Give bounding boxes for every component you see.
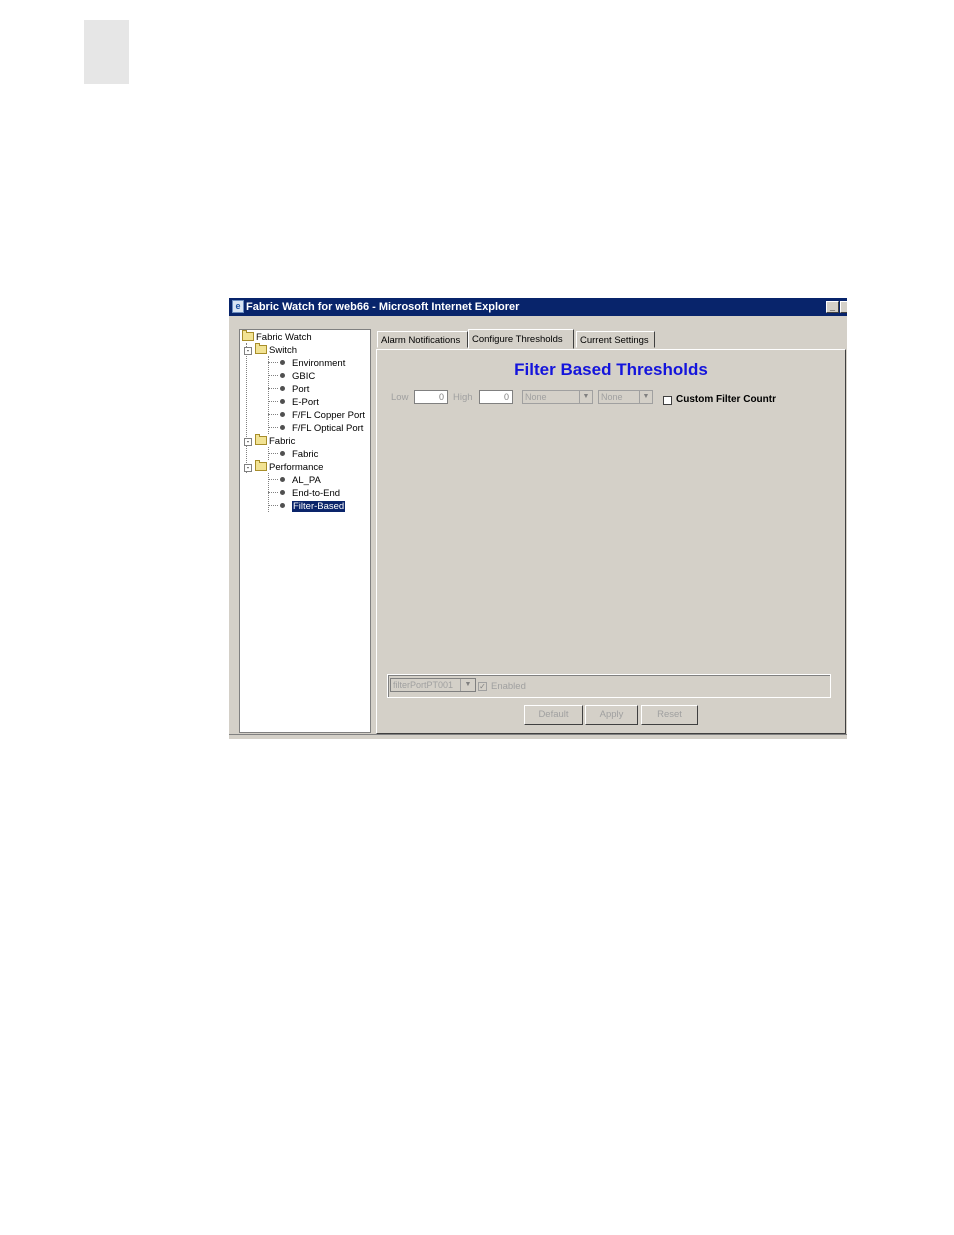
- leaf-dot-icon: [280, 451, 285, 456]
- chevron-down-icon: ▼: [639, 391, 652, 403]
- high-input[interactable]: [479, 390, 513, 404]
- panel-heading: Filter Based Thresholds: [514, 360, 708, 379]
- low-label: Low: [391, 392, 409, 403]
- leaf-dot-icon: [280, 477, 285, 482]
- leaf-dot-icon: [280, 399, 285, 404]
- collapse-icon[interactable]: -: [244, 347, 252, 355]
- tree-item-end-to-end[interactable]: End-to-End: [268, 488, 340, 500]
- enabled-checkbox[interactable]: ✓: [478, 682, 487, 691]
- tree-node-fabric[interactable]: - Fabric: [244, 434, 295, 448]
- tree-item-port[interactable]: Port: [268, 384, 309, 396]
- unit-select[interactable]: None ▼: [522, 390, 593, 404]
- tree-item-e-port[interactable]: E-Port: [268, 397, 319, 409]
- apply-button[interactable]: Apply: [585, 705, 638, 725]
- tree-item-fabric[interactable]: Fabric: [268, 449, 318, 461]
- collapse-icon[interactable]: -: [244, 438, 252, 446]
- folder-icon: [255, 434, 267, 445]
- high-label: High: [453, 392, 473, 403]
- leaf-dot-icon: [280, 360, 285, 365]
- leaf-dot-icon: [280, 503, 285, 508]
- chevron-down-icon: ▼: [460, 679, 475, 691]
- title-bar: e Fabric Watch for web66 - Microsoft Int…: [229, 298, 847, 316]
- folder-icon: [242, 330, 254, 341]
- tree-node-performance[interactable]: - Performance: [244, 460, 323, 474]
- tree-item-gbic[interactable]: GBIC: [268, 371, 315, 383]
- default-button[interactable]: Default: [524, 705, 583, 725]
- tree-item-ffl-copper-port[interactable]: F/FL Copper Port: [268, 410, 365, 422]
- leaf-dot-icon: [280, 386, 285, 391]
- chevron-down-icon: ▼: [579, 391, 592, 403]
- folder-icon: [255, 343, 267, 354]
- custom-filter-label: Custom Filter Countr: [676, 394, 776, 405]
- folder-icon: [255, 460, 267, 471]
- leaf-dot-icon: [280, 373, 285, 378]
- leaf-dot-icon: [280, 425, 285, 430]
- leaf-dot-icon: [280, 490, 285, 495]
- minimize-button[interactable]: _: [826, 301, 839, 313]
- filter-port-select[interactable]: filterPortPT001 ▼: [390, 678, 476, 692]
- tab-alarm-notifications[interactable]: Alarm Notifications: [377, 331, 468, 348]
- low-input[interactable]: [414, 390, 448, 404]
- leaf-dot-icon: [280, 412, 285, 417]
- tree-pane: Fabric Watch - Switch Environment GBIC Po…: [239, 329, 371, 733]
- maximize-button[interactable]: [840, 301, 847, 313]
- status-edge: [229, 734, 847, 739]
- tab-configure-thresholds[interactable]: Configure Thresholds: [468, 329, 574, 349]
- time-base-select[interactable]: None ▼: [598, 390, 653, 404]
- tree-item-al-pa[interactable]: AL_PA: [268, 475, 321, 487]
- collapse-icon[interactable]: -: [244, 464, 252, 472]
- tree-root-fabric-watch[interactable]: Fabric Watch: [242, 330, 312, 344]
- tab-current-settings[interactable]: Current Settings: [576, 331, 655, 348]
- tree-node-switch[interactable]: - Switch: [244, 343, 297, 357]
- ie-icon: e: [232, 300, 244, 313]
- filter-selection-bar: filterPortPT001 ▼ ✓ Enabled: [387, 674, 831, 698]
- tree-item-environment[interactable]: Environment: [268, 358, 345, 370]
- page-corner-tab: [84, 20, 129, 84]
- window-title: Fabric Watch for web66 - Microsoft Inter…: [246, 301, 520, 313]
- browser-window: e Fabric Watch for web66 - Microsoft Int…: [229, 298, 847, 739]
- enabled-label: Enabled: [491, 681, 526, 692]
- custom-filter-checkbox[interactable]: [663, 396, 672, 405]
- tree-item-ffl-optical-port[interactable]: F/FL Optical Port: [268, 423, 363, 435]
- reset-button[interactable]: Reset: [641, 705, 698, 725]
- tree-item-filter-based[interactable]: Filter-Based: [268, 501, 346, 513]
- thresholds-panel: Filter Based Thresholds Low High None▼ N…: [376, 349, 846, 734]
